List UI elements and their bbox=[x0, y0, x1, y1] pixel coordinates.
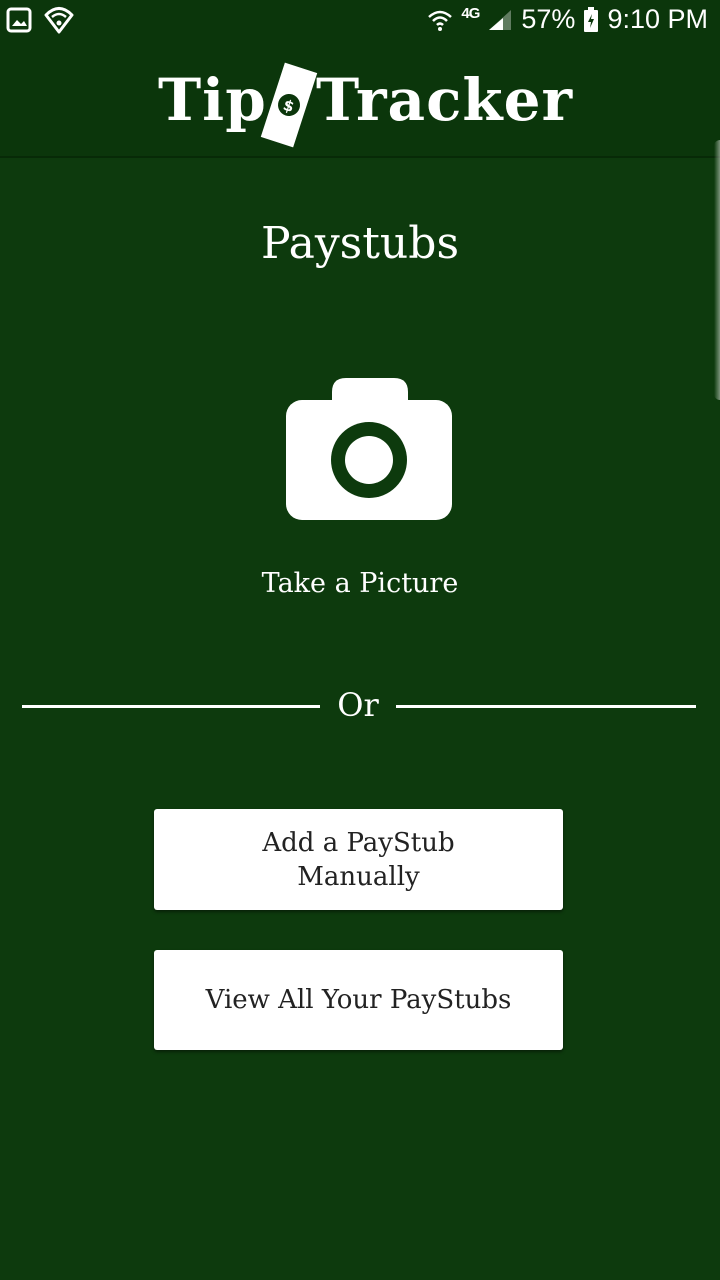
app-header: Tip $ Tracker bbox=[0, 44, 720, 158]
divider-or: Or bbox=[337, 686, 379, 724]
status-bar: 4G 57% 9:10 PM bbox=[0, 0, 720, 44]
camera-icon bbox=[286, 378, 452, 520]
battery-percent: 57% bbox=[521, 4, 576, 34]
edge-panel-handle[interactable] bbox=[714, 140, 720, 400]
add-paystub-manually-button[interactable]: Add a PayStub Manually bbox=[154, 809, 563, 910]
divider-left bbox=[22, 705, 320, 708]
logo-text-tracker: Tracker bbox=[316, 66, 574, 134]
signal-icon bbox=[489, 9, 512, 30]
logo-text-tip: Tip bbox=[158, 66, 267, 134]
status-right: 4G 57% 9:10 PM bbox=[427, 4, 708, 35]
view-paystubs-label: View All Your PayStubs bbox=[205, 985, 512, 1015]
network-type: 4G bbox=[461, 5, 480, 22]
app-logo: Tip $ Tracker bbox=[158, 60, 572, 148]
take-picture-label[interactable]: Take a Picture bbox=[0, 568, 720, 599]
page-title: Paystubs bbox=[260, 218, 460, 269]
shield-wifi-icon bbox=[44, 7, 74, 34]
take-picture-button[interactable] bbox=[284, 376, 454, 526]
battery-icon bbox=[584, 6, 599, 32]
wifi-icon bbox=[428, 10, 453, 31]
view-all-paystubs-button[interactable]: View All Your PayStubs bbox=[154, 950, 563, 1050]
add-paystub-label: Add a PayStub Manually bbox=[262, 827, 455, 892]
divider-right bbox=[396, 705, 696, 708]
status-left-icons bbox=[6, 6, 74, 34]
money-bill-icon: $ bbox=[260, 62, 318, 148]
gallery-icon bbox=[6, 7, 32, 33]
clock: 9:10 PM bbox=[607, 4, 708, 34]
